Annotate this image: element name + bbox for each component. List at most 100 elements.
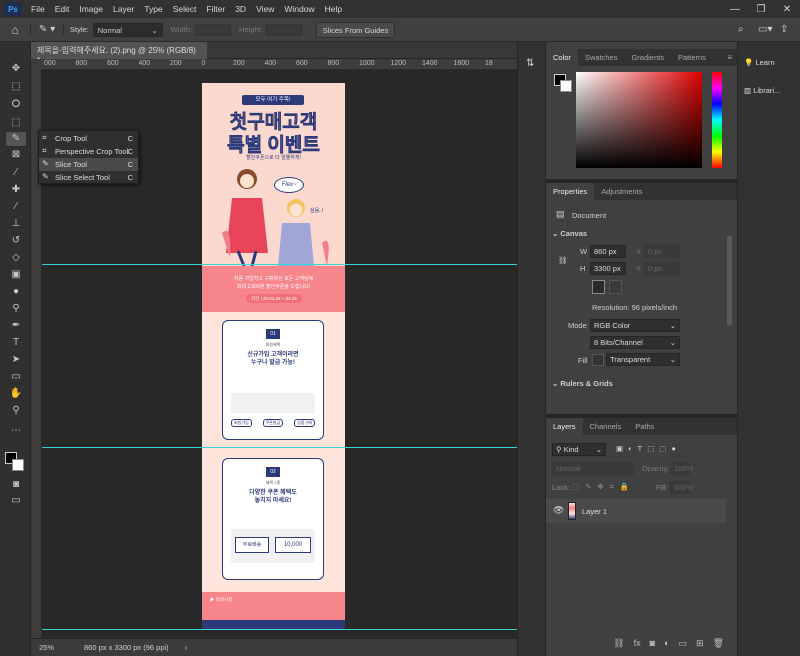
eraser-tool-icon[interactable]: ◇ <box>6 251 26 265</box>
panel-menu-icon[interactable]: ≡ <box>721 49 738 66</box>
layer-name[interactable]: Layer 1 <box>582 507 607 516</box>
zoom-level[interactable]: 25% <box>31 643 62 652</box>
tab-adjustments[interactable]: Adjustments <box>594 183 649 200</box>
share-icon[interactable]: ⇪ <box>780 24 800 35</box>
slices-from-guides-button[interactable]: Slices From Guides <box>315 21 396 38</box>
flyout-crop-tool[interactable]: ⌗ Crop Tool C <box>39 132 138 145</box>
object-select-tool-icon[interactable]: ⬚ <box>6 116 26 130</box>
layer-row[interactable]: 👁 Layer 1 <box>546 499 726 523</box>
height-field[interactable] <box>265 23 302 36</box>
menu-window[interactable]: Window <box>279 4 319 14</box>
workspace-icon[interactable]: ▭▾ <box>758 24 780 35</box>
slice-guide[interactable] <box>42 264 517 265</box>
menu-layer[interactable]: Layer <box>108 4 139 14</box>
frame-tool-icon[interactable]: ⊠ <box>6 148 26 162</box>
canvas-height-input[interactable]: 3300 px <box>590 262 626 275</box>
home-icon[interactable]: ⌂ <box>0 23 30 37</box>
minimize-button[interactable]: — <box>722 4 748 15</box>
tab-paths[interactable]: Paths <box>628 418 661 435</box>
adjustment-layer-icon[interactable]: ◐ <box>664 638 669 656</box>
tab-color[interactable]: Color <box>546 49 578 66</box>
style-select[interactable]: Normal ⌄ <box>92 22 163 37</box>
menu-select[interactable]: Select <box>168 4 202 14</box>
libraries-button[interactable]: ▥ Librari... <box>744 86 780 95</box>
slice-tool-preset-icon[interactable]: ✎ ▾ <box>30 24 64 35</box>
maximize-button[interactable]: ❐ <box>748 4 774 15</box>
hue-slider[interactable] <box>712 72 722 168</box>
tab-layers[interactable]: Layers <box>546 418 583 435</box>
visibility-eye-icon[interactable]: 👁 <box>553 505 564 516</box>
menu-view[interactable]: View <box>251 4 279 14</box>
flyout-slice-select-tool[interactable]: ✎ Slice Select Tool C <box>39 171 138 184</box>
lock-icons[interactable]: ⬚✎✥⌗🔒 <box>572 482 635 492</box>
tab-patterns[interactable]: Patterns <box>671 49 713 66</box>
eyedropper-tool-icon[interactable]: ⁄ <box>6 166 26 180</box>
history-brush-icon[interactable]: ↺ <box>6 234 26 248</box>
tab-gradients[interactable]: Gradients <box>624 49 671 66</box>
layer-kind-filter[interactable]: ⚲ Kind ⌄ <box>552 443 606 456</box>
menu-filter[interactable]: Filter <box>201 4 230 14</box>
bit-depth-select[interactable]: 8 Bits/Channel ⌄ <box>590 336 680 349</box>
new-group-icon[interactable]: ▭ <box>679 638 688 656</box>
delete-layer-icon[interactable]: 🗑 <box>713 638 724 656</box>
move-tool-icon[interactable]: ✥ <box>6 62 26 76</box>
blur-tool-icon[interactable]: ● <box>6 285 26 299</box>
menu-edit[interactable]: Edit <box>50 4 75 14</box>
menu-file[interactable]: File <box>26 4 50 14</box>
color-background-swatch[interactable] <box>560 80 572 92</box>
flyout-slice-tool[interactable]: ✎ Slice Tool C <box>39 158 138 171</box>
canvas-section-header[interactable]: ⌄ Canvas <box>552 229 587 238</box>
width-field[interactable] <box>195 23 232 36</box>
zoom-tool-icon[interactable]: ⚲ <box>6 404 26 418</box>
menu-type[interactable]: Type <box>139 4 167 14</box>
rulers-grids-header[interactable]: ⌄ Rulers & Grids <box>552 379 613 388</box>
portrait-orientation-button[interactable] <box>592 280 605 294</box>
fill-select[interactable]: Transparent ⌄ <box>606 353 680 366</box>
properties-scrollbar[interactable] <box>727 236 732 326</box>
link-icon[interactable]: ⛓ <box>558 256 568 265</box>
slice-tool-icon[interactable]: ✎ <box>6 132 26 146</box>
dodge-tool-icon[interactable]: ⚲ <box>6 302 26 316</box>
new-layer-icon[interactable]: ⊞ <box>696 638 704 656</box>
pen-tool-icon[interactable]: ✒ <box>6 319 26 333</box>
tab-swatches[interactable]: Swatches <box>578 49 625 66</box>
lasso-tool-icon[interactable]: ⵔ <box>6 98 26 112</box>
type-tool-icon[interactable]: T <box>6 336 26 350</box>
fx-icon[interactable]: fx <box>634 638 641 656</box>
close-button[interactable]: ✕ <box>774 4 800 15</box>
fill-swatch[interactable] <box>592 354 604 366</box>
path-select-icon[interactable]: ➤ <box>6 353 26 367</box>
hand-tool-icon[interactable]: ✋ <box>6 387 26 401</box>
document-image[interactable]: 모두 여기 주목! 첫구매고객 특별 이벤트 할인쿠폰으로 더 알뜰하게! Fl… <box>202 83 345 630</box>
link-layers-icon[interactable]: ⛓ <box>613 638 624 656</box>
search-icon[interactable]: ⌕ <box>738 24 758 35</box>
menu-help[interactable]: Help <box>320 4 347 14</box>
landscape-orientation-button[interactable] <box>609 280 622 294</box>
healing-brush-icon[interactable]: ✚ <box>6 183 26 197</box>
brush-tool-icon[interactable]: ⁄ <box>6 200 26 214</box>
add-mask-icon[interactable]: ◙ <box>650 638 655 656</box>
background-color-swatch[interactable] <box>12 459 24 471</box>
learn-button[interactable]: 💡 Learn <box>744 58 775 67</box>
gradient-tool-icon[interactable]: ▣ <box>6 268 26 282</box>
document-tab[interactable]: 제목을-입력해주세요. (2).png @ 25% (RGB/8) * × <box>31 42 207 65</box>
screen-mode-icon[interactable]: ▭ <box>6 494 26 508</box>
marquee-tool-icon[interactable]: ⬚ <box>6 80 26 94</box>
color-picker-field[interactable] <box>576 72 702 168</box>
slice-guide[interactable] <box>42 629 517 630</box>
history-panel-icon[interactable]: ⇅ <box>526 58 534 69</box>
menu-image[interactable]: Image <box>74 4 108 14</box>
tab-properties[interactable]: Properties <box>546 183 595 200</box>
rectangle-tool-icon[interactable]: ▭ <box>6 370 26 384</box>
mode-select[interactable]: RGB Color ⌄ <box>590 319 680 332</box>
horizontal-ruler[interactable]: 000 800 600 400 200 0 200 400 600 800 1000 1200 1400… <box>42 59 517 70</box>
layer-filter-icons[interactable]: ▣◐T⬚⬚● <box>616 444 681 453</box>
more-tools-icon[interactable]: ⋯ <box>6 424 26 438</box>
slice-guide[interactable] <box>42 447 517 448</box>
tab-channels[interactable]: Channels <box>583 418 629 435</box>
flyout-perspective-crop-tool[interactable]: ⌗ Perspective Crop Tool C <box>39 145 138 158</box>
quick-mask-icon[interactable]: ◙ <box>6 478 26 492</box>
clone-stamp-icon[interactable]: ⊥ <box>6 217 26 231</box>
menu-3d[interactable]: 3D <box>230 4 251 14</box>
canvas-width-input[interactable]: 860 px <box>590 245 626 258</box>
